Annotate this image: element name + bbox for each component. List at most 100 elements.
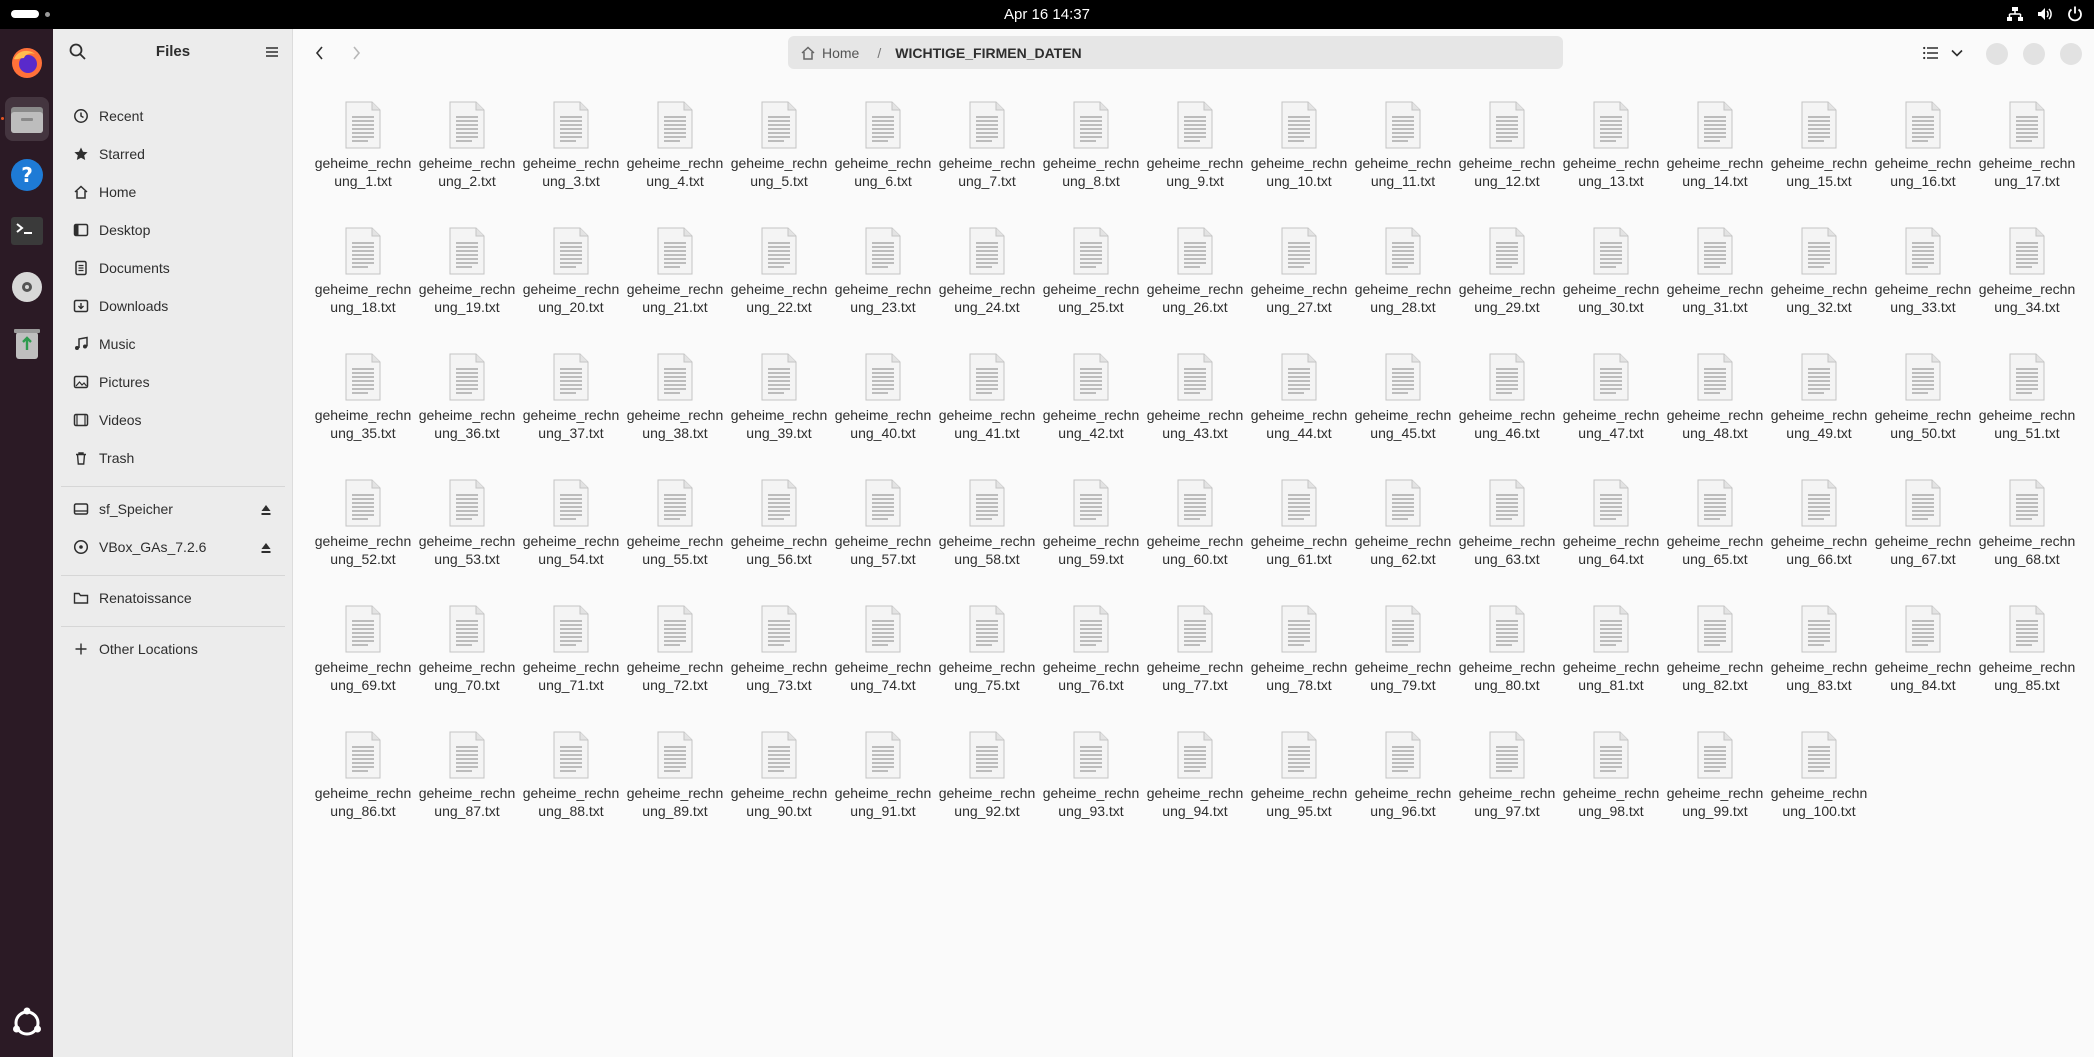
- file-item[interactable]: geheime_rechnung_5.txt: [727, 99, 831, 225]
- chevron-down-icon[interactable]: [1947, 41, 1967, 65]
- file-item[interactable]: geheime_rechnung_93.txt: [1039, 729, 1143, 855]
- file-item[interactable]: geheime_rechnung_14.txt: [1663, 99, 1767, 225]
- file-item[interactable]: geheime_rechnung_98.txt: [1559, 729, 1663, 855]
- file-item[interactable]: geheime_rechnung_30.txt: [1559, 225, 1663, 351]
- file-item[interactable]: geheime_rechnung_55.txt: [623, 477, 727, 603]
- file-item[interactable]: geheime_rechnung_77.txt: [1143, 603, 1247, 729]
- sidebar-item-documents[interactable]: Documents: [61, 251, 285, 285]
- close-button[interactable]: [2060, 43, 2082, 65]
- file-item[interactable]: geheime_rechnung_92.txt: [935, 729, 1039, 855]
- minimize-button[interactable]: [1986, 43, 2008, 65]
- file-item[interactable]: geheime_rechnung_74.txt: [831, 603, 935, 729]
- file-item[interactable]: geheime_rechnung_86.txt: [311, 729, 415, 855]
- file-item[interactable]: geheime_rechnung_57.txt: [831, 477, 935, 603]
- file-item[interactable]: geheime_rechnung_75.txt: [935, 603, 1039, 729]
- sidebar-item-renatoissance[interactable]: Renatoissance: [61, 581, 285, 615]
- file-item[interactable]: geheime_rechnung_97.txt: [1455, 729, 1559, 855]
- volume-icon[interactable]: [2036, 5, 2054, 23]
- file-item[interactable]: geheime_rechnung_34.txt: [1975, 225, 2079, 351]
- file-item[interactable]: geheime_rechnung_83.txt: [1767, 603, 1871, 729]
- file-item[interactable]: geheime_rechnung_71.txt: [519, 603, 623, 729]
- file-item[interactable]: geheime_rechnung_37.txt: [519, 351, 623, 477]
- file-item[interactable]: geheime_rechnung_54.txt: [519, 477, 623, 603]
- help-icon[interactable]: ?: [5, 153, 49, 197]
- file-item[interactable]: geheime_rechnung_24.txt: [935, 225, 1039, 351]
- power-icon[interactable]: [2066, 5, 2084, 23]
- file-item[interactable]: geheime_rechnung_50.txt: [1871, 351, 1975, 477]
- file-item[interactable]: geheime_rechnung_96.txt: [1351, 729, 1455, 855]
- sidebar-item-home[interactable]: Home: [61, 175, 285, 209]
- file-item[interactable]: geheime_rechnung_21.txt: [623, 225, 727, 351]
- file-item[interactable]: geheime_rechnung_63.txt: [1455, 477, 1559, 603]
- file-item[interactable]: geheime_rechnung_89.txt: [623, 729, 727, 855]
- file-item[interactable]: geheime_rechnung_53.txt: [415, 477, 519, 603]
- file-item[interactable]: geheime_rechnung_40.txt: [831, 351, 935, 477]
- file-item[interactable]: geheime_rechnung_64.txt: [1559, 477, 1663, 603]
- file-item[interactable]: geheime_rechnung_19.txt: [415, 225, 519, 351]
- file-item[interactable]: geheime_rechnung_58.txt: [935, 477, 1039, 603]
- file-item[interactable]: geheime_rechnung_35.txt: [311, 351, 415, 477]
- sidebar-item-pictures[interactable]: Pictures: [61, 365, 285, 399]
- path-home-button[interactable]: Home: [800, 45, 859, 61]
- hamburger-menu-icon[interactable]: [261, 41, 283, 63]
- file-item[interactable]: geheime_rechnung_46.txt: [1455, 351, 1559, 477]
- file-item[interactable]: geheime_rechnung_32.txt: [1767, 225, 1871, 351]
- sidebar-item-music[interactable]: Music: [61, 327, 285, 361]
- file-item[interactable]: geheime_rechnung_6.txt: [831, 99, 935, 225]
- file-item[interactable]: geheime_rechnung_28.txt: [1351, 225, 1455, 351]
- sidebar-item-videos[interactable]: Videos: [61, 403, 285, 437]
- file-item[interactable]: geheime_rechnung_80.txt: [1455, 603, 1559, 729]
- file-item[interactable]: geheime_rechnung_45.txt: [1351, 351, 1455, 477]
- file-item[interactable]: geheime_rechnung_94.txt: [1143, 729, 1247, 855]
- file-item[interactable]: geheime_rechnung_2.txt: [415, 99, 519, 225]
- activities-button[interactable]: [11, 10, 39, 18]
- file-item[interactable]: geheime_rechnung_12.txt: [1455, 99, 1559, 225]
- file-item[interactable]: geheime_rechnung_82.txt: [1663, 603, 1767, 729]
- maximize-button[interactable]: [2023, 43, 2045, 65]
- forward-button[interactable]: [344, 41, 368, 65]
- file-item[interactable]: geheime_rechnung_99.txt: [1663, 729, 1767, 855]
- file-item[interactable]: geheime_rechnung_36.txt: [415, 351, 519, 477]
- file-item[interactable]: geheime_rechnung_41.txt: [935, 351, 1039, 477]
- back-button[interactable]: [308, 41, 332, 65]
- sidebar-item-trash[interactable]: Trash: [61, 441, 285, 475]
- file-item[interactable]: geheime_rechnung_22.txt: [727, 225, 831, 351]
- file-item[interactable]: geheime_rechnung_4.txt: [623, 99, 727, 225]
- system-tray[interactable]: [2006, 5, 2084, 25]
- file-item[interactable]: geheime_rechnung_52.txt: [311, 477, 415, 603]
- file-item[interactable]: geheime_rechnung_16.txt: [1871, 99, 1975, 225]
- file-item[interactable]: geheime_rechnung_38.txt: [623, 351, 727, 477]
- file-item[interactable]: geheime_rechnung_18.txt: [311, 225, 415, 351]
- file-item[interactable]: geheime_rechnung_91.txt: [831, 729, 935, 855]
- file-item[interactable]: geheime_rechnung_1.txt: [311, 99, 415, 225]
- file-item[interactable]: geheime_rechnung_69.txt: [311, 603, 415, 729]
- file-item[interactable]: geheime_rechnung_73.txt: [727, 603, 831, 729]
- sidebar-item-other-locations[interactable]: Other Locations: [61, 632, 285, 666]
- file-item[interactable]: geheime_rechnung_66.txt: [1767, 477, 1871, 603]
- network-icon[interactable]: [2006, 5, 2024, 23]
- firefox-icon[interactable]: [5, 41, 49, 85]
- file-item[interactable]: geheime_rechnung_49.txt: [1767, 351, 1871, 477]
- file-item[interactable]: geheime_rechnung_23.txt: [831, 225, 935, 351]
- file-item[interactable]: geheime_rechnung_33.txt: [1871, 225, 1975, 351]
- optical-disc-icon[interactable]: [5, 265, 49, 309]
- path-current-folder[interactable]: WICHTIGE_FIRMEN_DATEN: [895, 45, 1081, 61]
- file-item[interactable]: geheime_rechnung_87.txt: [415, 729, 519, 855]
- file-item[interactable]: geheime_rechnung_42.txt: [1039, 351, 1143, 477]
- sidebar-item-vbox-gas[interactable]: VBox_GAs_7.2.6: [61, 530, 285, 564]
- file-item[interactable]: geheime_rechnung_79.txt: [1351, 603, 1455, 729]
- file-item[interactable]: geheime_rechnung_26.txt: [1143, 225, 1247, 351]
- file-item[interactable]: geheime_rechnung_68.txt: [1975, 477, 2079, 603]
- file-item[interactable]: geheime_rechnung_3.txt: [519, 99, 623, 225]
- file-item[interactable]: geheime_rechnung_31.txt: [1663, 225, 1767, 351]
- file-item[interactable]: geheime_rechnung_81.txt: [1559, 603, 1663, 729]
- file-item[interactable]: geheime_rechnung_48.txt: [1663, 351, 1767, 477]
- file-item[interactable]: geheime_rechnung_29.txt: [1455, 225, 1559, 351]
- sidebar-item-recent[interactable]: Recent: [61, 99, 285, 133]
- file-item[interactable]: geheime_rechnung_60.txt: [1143, 477, 1247, 603]
- file-item[interactable]: geheime_rechnung_61.txt: [1247, 477, 1351, 603]
- file-item[interactable]: geheime_rechnung_95.txt: [1247, 729, 1351, 855]
- file-item[interactable]: geheime_rechnung_88.txt: [519, 729, 623, 855]
- file-item[interactable]: geheime_rechnung_11.txt: [1351, 99, 1455, 225]
- file-item[interactable]: geheime_rechnung_65.txt: [1663, 477, 1767, 603]
